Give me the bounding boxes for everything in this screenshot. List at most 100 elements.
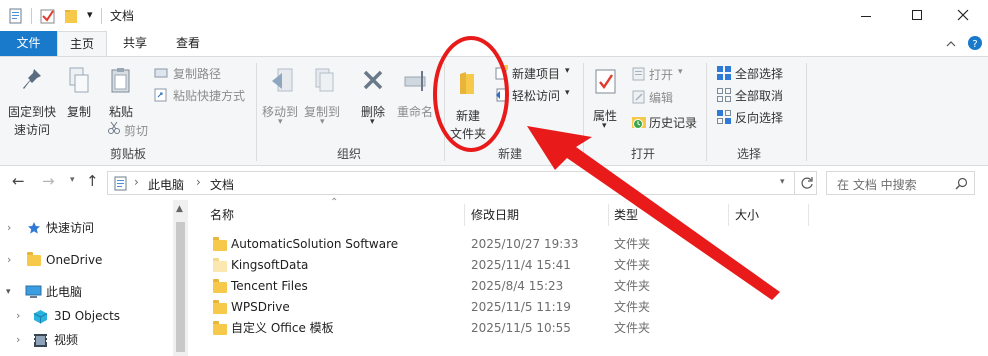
svg-text:?: ?: [972, 39, 977, 50]
back-arrow-icon[interactable]: ←: [12, 172, 25, 190]
new-item-button[interactable]: 新建项目: [512, 65, 560, 82]
file-date: 2025/8/4 15:23: [471, 279, 564, 293]
paste-shortcut-icon: [154, 88, 167, 102]
address-dropdown-icon[interactable]: ▾: [780, 177, 785, 187]
qa-dropdown-icon[interactable]: ▾: [87, 8, 93, 21]
column-name[interactable]: 名称: [210, 206, 234, 228]
paste-button[interactable]: 粘贴: [104, 63, 138, 123]
edit-icon: [632, 90, 645, 104]
file-type: 文件夹: [614, 237, 651, 251]
file-type: 文件夹: [614, 300, 651, 314]
open-group-label: 打开: [630, 147, 655, 161]
tab-file[interactable]: 文件: [0, 31, 57, 56]
nav-item-videos[interactable]: › 视频: [0, 328, 175, 352]
history-button[interactable]: 历史记录: [649, 114, 697, 131]
address-bar[interactable]: › 此电脑 › 文档 ▾: [107, 171, 817, 195]
invert-selection-button[interactable]: 反向选择: [735, 109, 783, 126]
properties-qa-icon[interactable]: [9, 8, 23, 24]
select-none-button[interactable]: 全部取消: [735, 87, 783, 104]
sort-ascending-icon: ⌃: [330, 197, 339, 208]
new-folder-icon: [460, 72, 474, 94]
title-bar: ▾ 文档: [0, 0, 988, 31]
up-arrow-icon[interactable]: ↑: [86, 172, 99, 190]
folder-icon: [213, 300, 227, 315]
column-date[interactable]: 修改日期: [471, 206, 519, 228]
cube-icon: [33, 310, 48, 324]
close-icon[interactable]: [957, 9, 969, 21]
new-folder-button[interactable]: 新建 文件夹: [448, 63, 492, 141]
column-type[interactable]: 类型: [614, 206, 638, 228]
ribbon: 固定到快 速访问 复制 粘贴 复制路径 粘贴快捷方式 剪切 剪贴板 移动到 ▾ …: [0, 56, 988, 166]
copy-to-icon: [315, 68, 334, 92]
forward-arrow-icon[interactable]: →: [42, 172, 55, 190]
column-size[interactable]: 大小: [735, 206, 759, 228]
help-icon[interactable]: ?: [967, 35, 983, 51]
file-row[interactable]: 自定义 Office 模板 2025/11/5 10:55 文件夹: [206, 318, 806, 339]
paste-shortcut-button[interactable]: 粘贴快捷方式: [173, 87, 245, 104]
window-title: 文档: [110, 9, 135, 23]
new-item-dropdown-icon[interactable]: ▾: [565, 66, 570, 76]
copy-icon: [69, 67, 89, 93]
file-name: WPSDrive: [231, 300, 290, 314]
copy-button[interactable]: 复制: [62, 63, 96, 123]
open-button[interactable]: 打开: [649, 66, 673, 83]
nav-item-quick-access[interactable]: › 快速访问: [0, 216, 175, 240]
folder-icon: [27, 252, 41, 267]
maximize-icon[interactable]: [911, 9, 923, 21]
copy-path-button[interactable]: 复制路径: [173, 65, 221, 82]
cut-icon: [108, 121, 120, 134]
easy-access-icon: [496, 88, 507, 102]
rename-button[interactable]: 重命名: [394, 63, 440, 123]
search-placeholder: 在 文档 中搜索: [837, 178, 917, 192]
copy-to-button[interactable]: 复制到 ▾: [304, 63, 344, 133]
folder-icon: [213, 237, 227, 252]
nav-scrollbar[interactable]: ▲: [173, 200, 188, 356]
search-box[interactable]: 在 文档 中搜索: [826, 171, 975, 195]
file-row[interactable]: Tencent Files 2025/8/4 15:23 文件夹: [206, 276, 806, 297]
folder-qa-icon[interactable]: [64, 8, 80, 24]
edit-button[interactable]: 编辑: [649, 89, 673, 106]
select-group-label: 选择: [736, 147, 761, 161]
refresh-icon[interactable]: [800, 176, 814, 190]
file-row[interactable]: WPSDrive 2025/11/5 11:19 文件夹: [206, 297, 806, 318]
breadcrumb-this-pc[interactable]: 此电脑: [148, 176, 184, 193]
file-name: AutomaticSolution Software: [231, 237, 399, 251]
recent-dropdown-icon[interactable]: ▾: [70, 175, 75, 185]
scroll-thumb[interactable]: [176, 222, 185, 352]
new-item-icon: [495, 65, 508, 80]
nav-item-3d-objects[interactable]: › 3D Objects: [0, 304, 175, 328]
easy-access-dropdown-icon[interactable]: ▾: [565, 88, 570, 98]
nav-item-this-pc[interactable]: ▾ 此电脑: [0, 280, 175, 304]
easy-access-button[interactable]: 轻松访问: [512, 87, 560, 104]
collapse-ribbon-icon[interactable]: [945, 39, 957, 49]
history-icon: [632, 117, 646, 129]
open-icon: [632, 67, 645, 81]
file-date: 2025/11/5 11:19: [471, 300, 571, 314]
tab-share[interactable]: 共享: [113, 31, 157, 56]
file-date: 2025/10/27 19:33: [471, 237, 579, 251]
minimize-icon[interactable]: [860, 10, 872, 22]
breadcrumb-documents[interactable]: 文档: [210, 176, 234, 193]
address-row: ← → ▾ ↑ › 此电脑 › 文档 ▾ 在 文档 中搜索: [0, 167, 988, 199]
properties-button[interactable]: 属性 ▾: [589, 63, 623, 135]
cut-button[interactable]: 剪切: [124, 122, 148, 139]
delete-x-icon: [363, 70, 383, 90]
tab-view[interactable]: 查看: [165, 31, 211, 56]
pin-quick-access-button[interactable]: 固定到快 速访问: [4, 63, 58, 141]
checkmark-qa-icon[interactable]: [40, 8, 56, 24]
select-all-button[interactable]: 全部选择: [735, 65, 783, 82]
ribbon-divider: [444, 63, 445, 161]
file-row[interactable]: KingsoftData 2025/11/4 15:41 文件夹: [206, 255, 806, 276]
move-to-button[interactable]: 移动到 ▾: [262, 63, 302, 133]
ribbon-tabs: 文件 主页 共享 查看 ?: [0, 31, 988, 57]
organize-group-label: 组织: [336, 147, 361, 161]
ribbon-divider: [256, 63, 257, 161]
file-row[interactable]: AutomaticSolution Software 2025/10/27 19:…: [206, 234, 806, 255]
tab-home[interactable]: 主页: [57, 31, 107, 57]
nav-item-onedrive[interactable]: › OneDrive: [0, 248, 175, 272]
new-group-label: 新建: [497, 147, 522, 161]
copy-path-icon: [154, 68, 168, 78]
delete-button[interactable]: 删除 ▾: [356, 63, 390, 133]
file-date: 2025/11/4 15:41: [471, 258, 571, 272]
scroll-up-icon[interactable]: ▲: [176, 204, 183, 214]
